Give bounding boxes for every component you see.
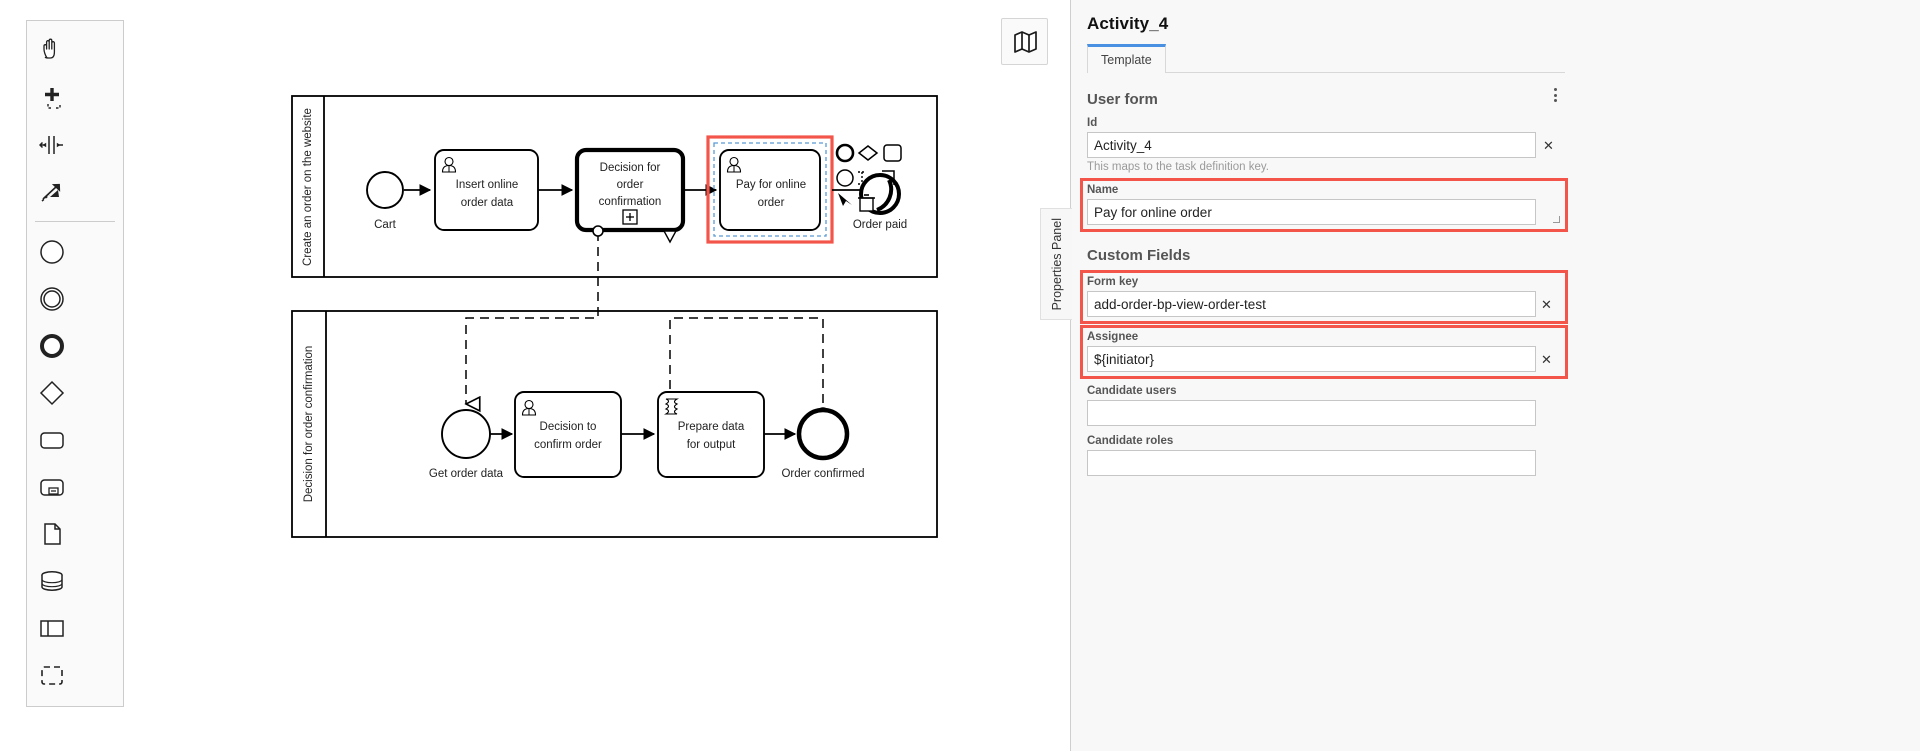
id-clear-icon[interactable]: ✕ <box>1542 139 1555 152</box>
kebab-menu-icon[interactable] <box>1547 86 1563 104</box>
label-cart: Cart <box>374 219 397 231</box>
form-key-field[interactable] <box>1087 291 1536 317</box>
append-intermediate-event-icon <box>836 169 854 187</box>
global-connect-tool-icon[interactable] <box>27 168 76 215</box>
lane-label-decision-confirmation: Decision for order confirmation <box>303 346 315 503</box>
candidate-roles-field-group[interactable]: Candidate roles <box>1087 435 1565 476</box>
dashed-connections <box>466 225 829 419</box>
properties-panel-tab[interactable]: Properties Panel <box>1040 208 1072 320</box>
group-icon[interactable] <box>27 651 76 698</box>
svg-text:confirm order: confirm order <box>534 439 602 451</box>
svg-text:confirmation: confirmation <box>599 196 662 208</box>
textarea-resize-handle[interactable] <box>1553 216 1560 223</box>
svg-text:Decision to: Decision to <box>540 421 597 433</box>
pool-decision-confirmation: Decision for order confirmation Get orde… <box>291 310 938 538</box>
form-key-field-group[interactable]: Form key ✕ <box>1080 270 1568 324</box>
lasso-tool-icon[interactable] <box>27 74 76 121</box>
name-field-group[interactable]: Name <box>1080 178 1568 232</box>
bpmn-palette[interactable] <box>26 20 124 707</box>
candidate-users-field-group[interactable]: Candidate users <box>1087 385 1565 426</box>
candidate-users-field-label: Candidate users <box>1087 385 1177 397</box>
map-icon <box>1013 30 1037 53</box>
name-field-label: Name <box>1087 184 1119 196</box>
intermediate-event-icon[interactable] <box>27 275 76 322</box>
page-title: Activity_4 <box>1087 14 1169 33</box>
section-heading-user-form: User form <box>1087 91 1158 108</box>
svg-text:order: order <box>617 179 644 191</box>
label-order-confirmed: Order confirmed <box>781 468 864 480</box>
label-order-paid: Order paid <box>853 219 907 231</box>
label-get-order-data: Get order data <box>429 468 504 480</box>
assignee-field-label: Assignee <box>1087 331 1139 343</box>
lane-label-create-order: Create an order on the website <box>302 108 314 266</box>
tab-template[interactable]: Template <box>1087 44 1166 73</box>
end-event-icon[interactable] <box>27 322 76 369</box>
append-task-icon <box>883 144 902 162</box>
palette-divider <box>35 221 115 222</box>
section-heading-custom-fields: Custom Fields <box>1087 247 1191 264</box>
form-key-field-label: Form key <box>1087 276 1139 288</box>
exclusive-gateway-icon[interactable] <box>27 369 76 416</box>
candidate-roles-field-label: Candidate roles <box>1087 435 1174 447</box>
mouse-cursor-icon <box>838 193 852 206</box>
palette-elements-group <box>27 228 123 698</box>
data-object-icon[interactable] <box>27 510 76 557</box>
start-event-icon[interactable] <box>27 228 76 275</box>
candidate-roles-field[interactable] <box>1087 450 1536 476</box>
data-store-icon[interactable] <box>27 557 76 604</box>
minimap-toggle-button[interactable] <box>1001 18 1048 65</box>
space-tool-icon[interactable] <box>27 121 76 168</box>
svg-text:Insert online: Insert online <box>456 179 519 191</box>
properties-panel-tab-label: Properties Panel <box>1049 217 1064 311</box>
bpmn-canvas[interactable]: Create an order on the website Cart Inse… <box>0 0 1070 751</box>
task-icon[interactable] <box>27 416 76 463</box>
subprocess-marker <box>622 209 638 225</box>
id-field-label: Id <box>1087 117 1098 129</box>
assignee-field-group[interactable]: Assignee ✕ <box>1080 325 1568 379</box>
svg-text:order: order <box>758 197 785 209</box>
properties-tabs[interactable]: Template <box>1087 43 1565 73</box>
palette-tools-group <box>27 27 123 215</box>
append-end-event-icon <box>835 143 855 163</box>
svg-text:Decision for: Decision for <box>600 162 661 174</box>
id-field-hint: This maps to the task definition key. <box>1087 161 1269 173</box>
hand-tool-icon[interactable] <box>27 27 76 74</box>
pool-create-order: Create an order on the website Cart Inse… <box>291 95 938 278</box>
form-key-clear-icon[interactable]: ✕ <box>1540 298 1553 311</box>
id-field-group[interactable]: Id ✕ This maps to the task definition ke… <box>1087 117 1565 173</box>
svg-text:Prepare data: Prepare data <box>678 421 745 433</box>
assignee-field[interactable] <box>1087 346 1536 372</box>
candidate-users-field[interactable] <box>1087 400 1536 426</box>
svg-text:order data: order data <box>461 197 514 209</box>
subprocess-expanded-icon[interactable] <box>27 463 76 510</box>
name-field[interactable] <box>1087 199 1536 225</box>
svg-text:Pay for online: Pay for online <box>736 179 806 191</box>
bpmn-diagram[interactable]: Create an order on the website Cart Inse… <box>0 0 1070 751</box>
delete-icon <box>858 194 875 212</box>
properties-panel[interactable]: Activity_4 Template User form Id ✕ This … <box>1070 0 1920 751</box>
assignee-clear-icon[interactable]: ✕ <box>1540 353 1553 366</box>
participant-icon[interactable] <box>27 604 76 651</box>
svg-text:for output: for output <box>687 439 736 451</box>
id-field[interactable] <box>1087 132 1536 158</box>
